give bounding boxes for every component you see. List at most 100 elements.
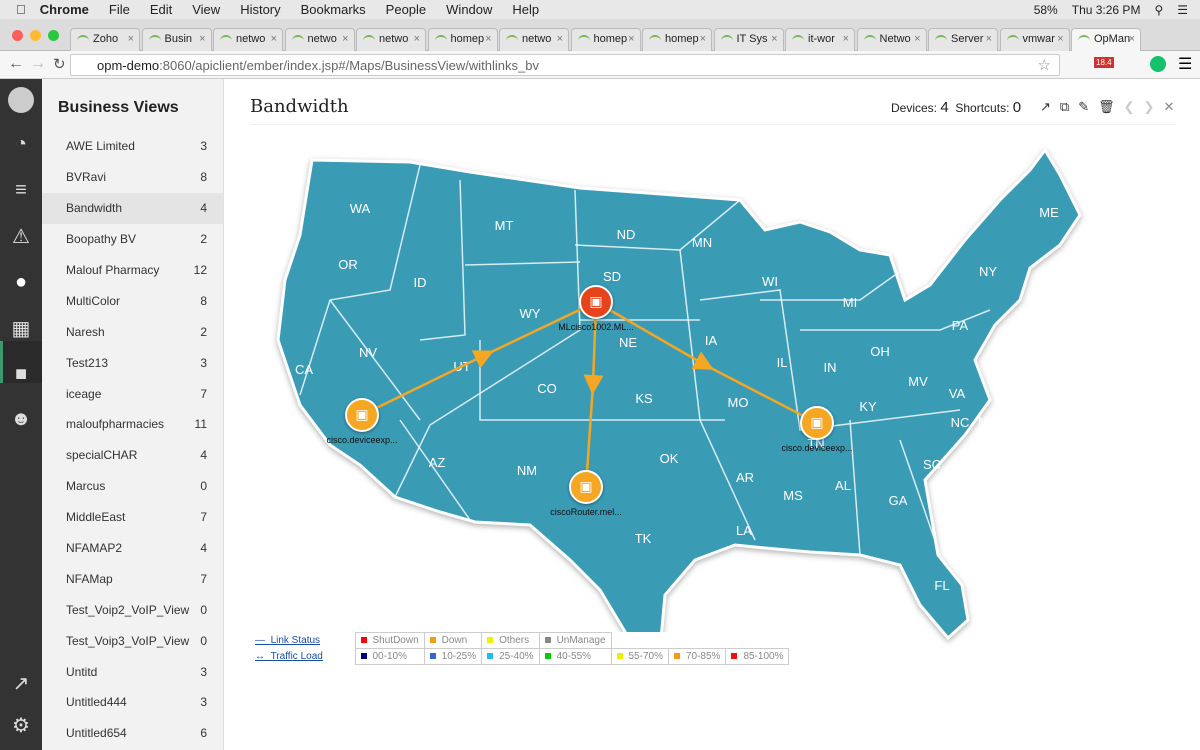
tab-close-icon[interactable]: ×	[1057, 33, 1063, 45]
dashboard-icon[interactable]: ◔	[8, 131, 34, 157]
chat-icon[interactable]: ■	[8, 361, 34, 387]
browser-tab[interactable]: it-wor ×	[785, 28, 855, 51]
tab-close-icon[interactable]: ×	[628, 33, 634, 45]
business-view-item[interactable]: Test_Voip3_VoIP_View 0	[42, 625, 223, 656]
menu-view[interactable]: View	[192, 2, 220, 17]
star-icon[interactable]: ☆	[1038, 56, 1051, 74]
business-view-item[interactable]: AWE Limited 3	[42, 131, 223, 162]
close-window-button[interactable]	[12, 30, 23, 41]
reload-icon[interactable]: ↻	[53, 55, 66, 73]
menu-help[interactable]: Help	[512, 2, 539, 17]
business-view-item[interactable]: MiddleEast 7	[42, 502, 223, 533]
next-icon[interactable]: ❯	[1144, 99, 1155, 115]
browser-tab[interactable]: Busin ×	[141, 28, 212, 51]
business-view-item[interactable]: maloufpharmacies 11	[42, 409, 223, 440]
tab-close-icon[interactable]: ×	[199, 33, 205, 45]
business-view-item[interactable]: iceage 7	[42, 378, 223, 409]
tab-close-icon[interactable]: ×	[342, 33, 348, 45]
back-icon[interactable]: ←	[8, 55, 24, 73]
alarm-icon[interactable]: ⚠	[8, 224, 34, 250]
traffic-load-legend[interactable]: ↔ Traffic Load	[250, 649, 355, 665]
menu-people[interactable]: People	[386, 2, 426, 17]
browser-tab[interactable]: homep ×	[642, 28, 712, 51]
close-icon[interactable]: ✕	[1163, 99, 1174, 115]
browser-tab[interactable]: netwo ×	[284, 28, 355, 51]
device-node[interactable]: ▣	[800, 406, 834, 440]
business-view-item[interactable]: BVRavi 8	[42, 162, 223, 193]
minimize-window-button[interactable]	[30, 30, 41, 41]
device-label[interactable]: ciscoRouter.mel...	[550, 507, 622, 517]
url-input[interactable]: opm-demo:8060/apiclient/ember/index.jsp#…	[70, 54, 1060, 76]
clock[interactable]: Thu 3:26 PM	[1072, 3, 1141, 17]
map-pin-icon[interactable]: ●	[8, 269, 34, 295]
zoom-window-button[interactable]	[48, 30, 59, 41]
business-view-item[interactable]: NFAMAP2 4	[42, 533, 223, 564]
business-view-item[interactable]: NFAMap 7	[42, 563, 223, 594]
browser-tab[interactable]: OpMan ×	[1071, 28, 1141, 51]
browser-tab[interactable]: vmwar ×	[999, 28, 1070, 51]
tab-close-icon[interactable]: ×	[128, 33, 134, 45]
tab-close-icon[interactable]: ×	[557, 33, 563, 45]
tab-close-icon[interactable]: ×	[271, 33, 277, 45]
business-view-item[interactable]: MultiColor 8	[42, 285, 223, 316]
workflow-icon[interactable]: ▦	[8, 316, 34, 342]
browser-tab[interactable]: netwo ×	[213, 28, 283, 51]
extension-badge[interactable]: 18.4	[1094, 57, 1114, 68]
list-icon[interactable]: ☰	[1177, 3, 1188, 17]
chrome-menu-icon[interactable]: ☰	[1178, 54, 1192, 74]
tab-close-icon[interactable]: ×	[414, 33, 420, 45]
delete-icon[interactable]: 🗑	[1098, 99, 1115, 115]
reports-icon[interactable]: ↗	[8, 671, 34, 697]
device-label[interactable]: cisco.deviceexp...	[326, 435, 397, 445]
browser-tab[interactable]: netwo ×	[499, 28, 569, 51]
menu-file[interactable]: File	[109, 2, 130, 17]
business-view-item[interactable]: specialCHAR 4	[42, 440, 223, 471]
menu-history[interactable]: History	[240, 2, 280, 17]
business-view-item[interactable]: Boopathy BV 2	[42, 224, 223, 255]
business-view-item[interactable]: Bandwidth 4	[42, 192, 223, 224]
business-view-item[interactable]: Untitled444 3	[42, 687, 223, 718]
business-view-item[interactable]: Marcus 0	[42, 471, 223, 502]
prev-icon[interactable]: ❮	[1124, 99, 1135, 115]
browser-tab[interactable]: IT Sys ×	[713, 28, 784, 51]
open-external-icon[interactable]: ↗	[1040, 99, 1051, 115]
tab-close-icon[interactable]: ×	[1129, 33, 1135, 45]
device-label[interactable]: cisco.deviceexp...	[781, 443, 852, 453]
browser-tab[interactable]: Zoho ×	[70, 28, 140, 51]
business-view-item[interactable]: Test213 3	[42, 347, 223, 378]
device-node[interactable]: ▣	[569, 470, 603, 504]
user-icon[interactable]: ☻	[8, 406, 34, 432]
apple-icon[interactable]: 	[16, 2, 26, 17]
business-view-item[interactable]: Malouf Pharmacy 12	[42, 255, 223, 286]
search-icon[interactable]: ⚲	[1154, 3, 1163, 17]
business-view-item[interactable]: Naresh 2	[42, 316, 223, 347]
browser-tab[interactable]: homep ×	[570, 28, 641, 51]
menu-app[interactable]: Chrome	[40, 2, 89, 17]
battery[interactable]: 58%	[1034, 3, 1058, 17]
forward-icon[interactable]: →	[30, 55, 46, 73]
business-view-item[interactable]: Untitd 3	[42, 656, 223, 687]
menu-edit[interactable]: Edit	[150, 2, 172, 17]
settings-gear-icon[interactable]: ⚙	[8, 713, 34, 739]
inventory-icon[interactable]: ≡	[8, 177, 34, 203]
browser-tab[interactable]: netwo ×	[356, 28, 426, 51]
tab-close-icon[interactable]: ×	[986, 33, 992, 45]
menu-bookmarks[interactable]: Bookmarks	[301, 2, 366, 17]
avatar[interactable]	[8, 87, 34, 113]
tab-close-icon[interactable]: ×	[843, 33, 849, 45]
tab-close-icon[interactable]: ×	[485, 33, 491, 45]
link-status-legend[interactable]: — Link Status	[250, 633, 355, 649]
copy-icon[interactable]: ⧉	[1060, 99, 1069, 115]
menu-window[interactable]: Window	[446, 2, 492, 17]
tab-close-icon[interactable]: ×	[700, 33, 706, 45]
device-node[interactable]: ▣	[345, 398, 379, 432]
browser-tab[interactable]: Netwo ×	[856, 28, 927, 51]
business-view-item[interactable]: Test_Voip2_VoIP_View 0	[42, 594, 223, 625]
tab-close-icon[interactable]: ×	[914, 33, 920, 45]
edit-icon[interactable]: ✎	[1078, 99, 1089, 115]
business-view-item[interactable]: Untitled654 6	[42, 718, 223, 749]
device-node[interactable]: ▣	[579, 285, 613, 319]
grammarly-icon[interactable]	[1150, 56, 1166, 72]
browser-tab[interactable]: homep ×	[427, 28, 498, 51]
tab-close-icon[interactable]: ×	[771, 33, 777, 45]
